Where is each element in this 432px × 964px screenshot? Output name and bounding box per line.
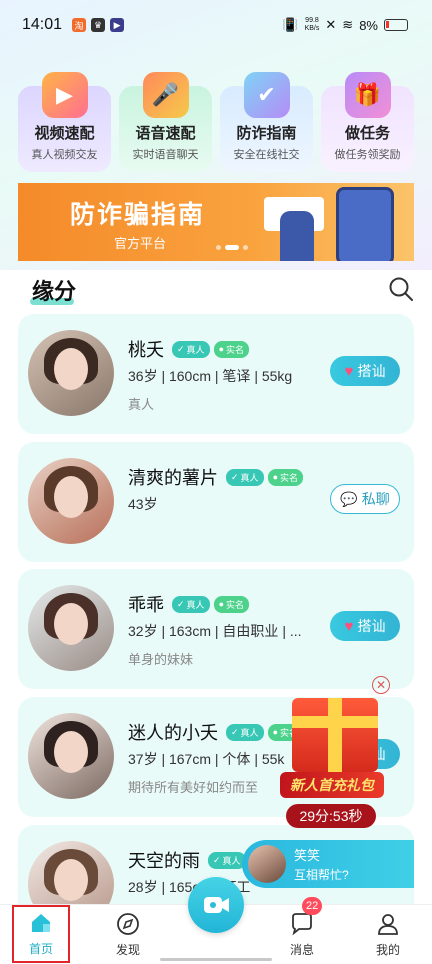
quick-card-voice-match[interactable]: 🎤 语音速配 实时语音聊天 [119,72,212,172]
section-title: 缘分 [29,274,76,306]
banner-dot [216,245,221,250]
battery-icon [384,19,408,31]
heart-icon: ♥ [344,617,354,635]
quick-card-title: 防诈指南 [236,125,297,142]
greet-button[interactable]: ♥ 搭讪 [330,356,400,386]
user-description: 单身的妹妹 [128,652,194,667]
nav-messages[interactable]: 消息 [272,911,332,958]
notification-app-icon: 淘 [72,18,87,32]
first-recharge-gift-popup[interactable]: ✕ 新人首充礼包 29分:53秒 [280,676,400,831]
avatar[interactable] [28,713,114,799]
banner-dot [243,245,248,250]
nav-discover[interactable]: 发现 [98,911,158,958]
user-description: 真人 [128,397,155,412]
gift-box-icon: 🎁 [344,72,391,118]
user-info: 37岁 | 167cm | 个体 | 55k [128,751,285,767]
home-indicator[interactable] [160,958,272,961]
status-time: 14:01 [22,16,63,33]
chat-avatar [248,845,286,883]
verified-badge: ● 实名 [267,468,304,486]
battery-text: 8% [359,17,378,33]
banner-title: 防诈骗指南 [70,201,206,229]
anti-fraud-banner[interactable]: 防诈骗指南 官方平台 [18,183,414,261]
user-info: 36岁 | 160cm | 笔译 | 55kg [128,368,293,384]
user-name: 天空的雨 [128,851,200,871]
user-name: 乖乖 [128,595,164,615]
vibrate-icon: 📳 [282,17,299,32]
user-description: 期待所有美好如约而至 [128,780,259,795]
quick-card-title: 做任务 [344,125,390,142]
person-icon [378,914,398,935]
user-card[interactable]: 乖乖 ✓ 真人 ● 实名 32岁 | 163cm | 自由职业 | ... 单身的妹… [18,569,414,689]
microphone-icon: 🎤 [142,72,189,118]
sim-icon: ✕ [325,17,337,32]
user-info: 43岁 [128,496,158,512]
private-chat-button[interactable]: 💬 私聊 [330,484,400,514]
quick-card-tasks[interactable]: 🎁 做任务 做任务领奖励 [321,72,414,172]
tv-icon: ▶ [41,72,88,118]
avatar[interactable] [28,330,114,416]
network-speed: 99.8 KB/s [304,17,320,32]
gift-countdown: 29分:53秒 [286,804,376,828]
nav-profile[interactable]: 我的 [358,911,418,958]
avatar[interactable] [28,458,114,544]
verified-badge: ● 实名 [213,595,250,613]
incoming-chat-popup[interactable]: 笑笑 互相帮忙? [242,840,414,888]
police-illustration [280,211,314,261]
real-person-badge: ✓ 真人 [208,851,246,869]
user-name: 迷人的小夭 [128,723,218,743]
chat-sender-name: 笑笑 [294,848,321,863]
greet-button[interactable]: ♥ 搭讪 [330,611,400,641]
quick-card-subtitle: 真人视频交友 [31,149,98,161]
banner-dot-active [225,245,239,250]
banner-subtitle: 官方平台 [114,236,167,251]
banner-pagination [216,245,248,250]
chat-message: 互相帮忙? [294,868,349,882]
compass-icon [117,913,139,935]
phone-illustration [336,187,394,261]
nav-home[interactable]: 首页 [12,905,70,963]
video-call-button[interactable] [188,877,244,933]
status-bar: 14:01 淘 ♛ ▶ 📳 99.8 KB/s ✕ ≋ 8% [0,0,432,50]
wifi-icon: ≋ [342,17,354,32]
search-icon[interactable] [388,276,414,302]
quick-cards: ▶ 视频速配 真人视频交友 🎤 语音速配 实时语音聊天 ✔ 防诈指南 安全在线社… [18,72,414,172]
avatar[interactable] [28,585,114,671]
close-icon[interactable]: ✕ [372,676,390,694]
quick-card-subtitle: 做任务领奖励 [334,149,401,161]
quick-card-title: 语音速配 [135,125,196,142]
chat-bubble-icon: 💬 [340,490,358,507]
real-person-badge: ✓ 真人 [172,340,210,358]
crown-icon: ♛ [91,18,106,32]
heart-icon: ♥ [344,362,354,380]
bottom-nav: 首页 发现 消息 22 我的 [0,877,432,964]
user-info: 32岁 | 163cm | 自由职业 | ... [128,623,302,639]
home-icon [32,914,50,932]
verified-badge: ● 实名 [213,340,250,358]
user-name: 桃夭 [128,340,164,360]
quick-card-subtitle: 安全在线社交 [233,149,300,161]
quick-card-title: 视频速配 [34,125,95,142]
shield-icon: ✔ [243,72,290,118]
quick-card-subtitle: 实时语音聊天 [132,149,199,161]
play-icon: ▶ [110,18,125,32]
quick-card-video-match[interactable]: ▶ 视频速配 真人视频交友 [18,72,111,172]
real-person-badge: ✓ 真人 [226,468,264,486]
real-person-badge: ✓ 真人 [172,595,210,613]
quick-card-anti-fraud[interactable]: ✔ 防诈指南 安全在线社交 [220,72,313,172]
gift-label: 新人首充礼包 [280,772,384,798]
real-person-badge: ✓ 真人 [226,723,264,741]
user-name: 清爽的薯片 [128,468,218,488]
user-card[interactable]: 桃夭 ✓ 真人 ● 实名 36岁 | 160cm | 笔译 | 55kg 真人 ♥ … [18,314,414,434]
unread-badge: 22 [302,897,323,915]
video-call-icon [204,897,229,913]
user-card[interactable]: 清爽的薯片 ✓ 真人 ● 实名 43岁 💬 私聊 [18,442,414,562]
